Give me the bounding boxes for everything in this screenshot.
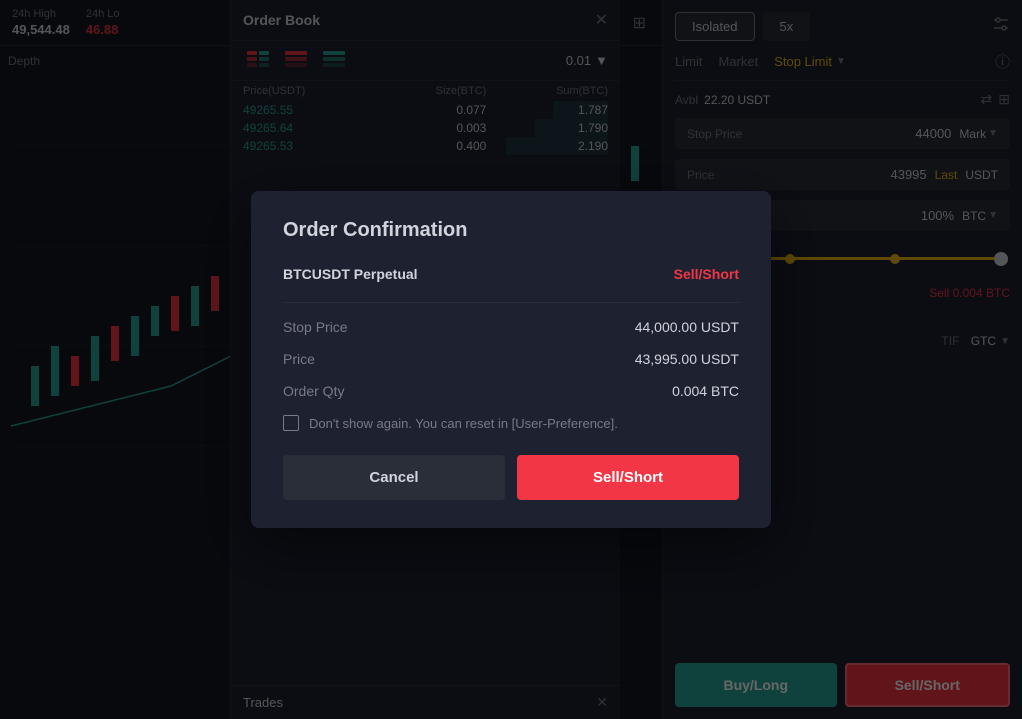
dont-show-checkbox[interactable] — [283, 415, 299, 431]
order-confirmation-modal: Order Confirmation BTCUSDT Perpetual Sel… — [251, 191, 771, 528]
modal-price-row: Price 43,995.00 USDT — [283, 351, 739, 367]
modal-stop-price-row: Stop Price 44,000.00 USDT — [283, 319, 739, 335]
modal-confirm-btn[interactable]: Sell/Short — [517, 455, 739, 500]
modal-qty-row: Order Qty 0.004 BTC — [283, 383, 739, 399]
modal-title: Order Confirmation — [283, 219, 739, 242]
modal-qty-value: 0.004 BTC — [672, 383, 739, 399]
modal-instrument-side: Sell/Short — [674, 266, 739, 282]
modal-cancel-btn[interactable]: Cancel — [283, 455, 505, 500]
modal-qty-label: Order Qty — [283, 383, 344, 399]
modal-price-value: 43,995.00 USDT — [635, 351, 739, 367]
dont-show-label: Don't show again. You can reset in [User… — [309, 416, 618, 431]
modal-price-label: Price — [283, 351, 315, 367]
modal-stop-price-value: 44,000.00 USDT — [635, 319, 739, 335]
modal-divider — [283, 302, 739, 303]
modal-overlay: Order Confirmation BTCUSDT Perpetual Sel… — [0, 0, 1022, 719]
modal-instrument-name: BTCUSDT Perpetual — [283, 266, 418, 282]
modal-checkbox-row: Don't show again. You can reset in [User… — [283, 415, 739, 431]
modal-stop-price-label: Stop Price — [283, 319, 348, 335]
modal-actions: Cancel Sell/Short — [283, 455, 739, 500]
modal-instrument-row: BTCUSDT Perpetual Sell/Short — [283, 266, 739, 282]
